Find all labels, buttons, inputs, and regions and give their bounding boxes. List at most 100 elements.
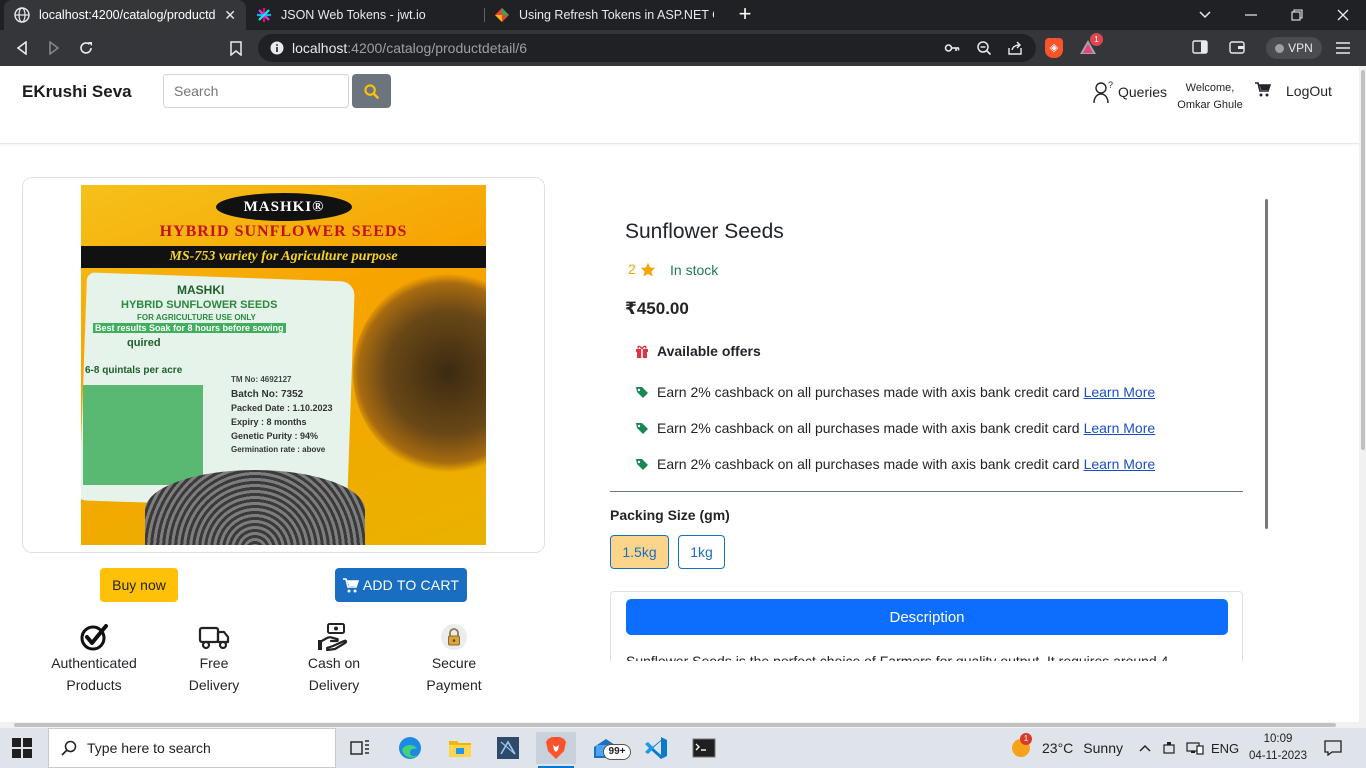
- logout-link[interactable]: LogOut: [1286, 83, 1332, 99]
- feature-secure-payment: Secure Payment: [394, 622, 514, 696]
- check-circle-icon: [34, 622, 154, 652]
- terminal-icon[interactable]: [684, 732, 724, 764]
- network-icon[interactable]: [1186, 728, 1204, 768]
- site-info-icon[interactable]: [270, 41, 284, 58]
- vpn-button[interactable]: VPN: [1266, 37, 1322, 59]
- vscode-icon[interactable]: [636, 732, 676, 764]
- sidebar-icon[interactable]: [1192, 40, 1208, 59]
- packet-batch-text: Batch No: 7352: [231, 389, 304, 400]
- windows-start-icon[interactable]: [12, 738, 32, 763]
- feature-line2: Delivery: [188, 677, 240, 693]
- description-card: Description Sunflower Seeds is the perfe…: [610, 591, 1243, 671]
- welcome-text: Welcome,: [1185, 82, 1235, 94]
- search-button[interactable]: [352, 74, 391, 108]
- close-tab-icon[interactable]: ✕: [224, 7, 236, 24]
- windows-taskbar: Type here to search 99+ 1 23°C Sunny ENG…: [0, 728, 1366, 768]
- offer-text: Earn 2% cashback on all purchases made w…: [657, 456, 1080, 472]
- add-to-cart-button[interactable]: ADD TO CART: [335, 568, 467, 602]
- taskbar-search[interactable]: Type here to search: [48, 728, 336, 768]
- language-indicator[interactable]: ENG: [1211, 728, 1239, 768]
- brave-taskbar-icon[interactable]: [536, 732, 576, 768]
- zoom-icon[interactable]: [976, 40, 992, 59]
- sunflower-image: [353, 273, 486, 473]
- image-title-text: HYBRID SUNFLOWER SEEDS: [159, 223, 408, 240]
- offers-heading-text: Available offers: [657, 343, 761, 359]
- globe-icon: [14, 7, 30, 23]
- packing-size-label: Packing Size (gm): [610, 507, 730, 523]
- show-hidden-icons[interactable]: [1139, 728, 1151, 768]
- product-rating: 2: [628, 261, 656, 277]
- brave-shields-icon[interactable]: ◈: [1045, 38, 1063, 58]
- edge-icon[interactable]: [390, 732, 430, 764]
- wallet-icon[interactable]: [1229, 40, 1245, 59]
- tab-refresh-tokens[interactable]: Using Refresh Tokens in ASP.NET Core: [484, 0, 724, 30]
- image-variety-text: MS-753 variety for Agriculture purpose: [81, 246, 486, 268]
- notifications-icon[interactable]: [1324, 728, 1342, 768]
- task-view-icon[interactable]: [340, 732, 380, 764]
- learn-more-link[interactable]: Learn More: [1084, 456, 1156, 472]
- offer-text: Earn 2% cashback on all purchases made w…: [657, 420, 1080, 436]
- tab-title: localhost:4200/catalog/productdetail/6: [39, 8, 216, 22]
- feature-line1: Cash on: [307, 655, 361, 671]
- key-icon[interactable]: [944, 40, 960, 59]
- tab-productdetail[interactable]: localhost:4200/catalog/productdetail/6 ✕: [4, 0, 246, 30]
- chevron-up-icon: [1139, 745, 1151, 752]
- tag-icon: [636, 422, 648, 434]
- weather-badge: 1: [1020, 733, 1032, 745]
- forward-button[interactable]: [42, 36, 66, 60]
- packet-tm-text: TM No: 4692127: [231, 375, 292, 384]
- buy-now-button[interactable]: Buy now: [100, 568, 178, 602]
- tab-title: Using Refresh Tokens in ASP.NET Core: [519, 8, 714, 22]
- packet-soak-text: Best results Soak for 8 hours before sow…: [93, 323, 286, 333]
- weather-widget[interactable]: 1 23°C Sunny: [1010, 728, 1123, 768]
- menu-icon[interactable]: [1336, 41, 1350, 59]
- bookmark-icon[interactable]: [224, 36, 248, 60]
- cart-icon[interactable]: [1255, 82, 1272, 102]
- address-bar[interactable]: localhost:4200/catalog/productdetail/6: [258, 34, 1036, 62]
- horizontal-scrollbar[interactable]: [14, 723, 1336, 727]
- new-tab-button[interactable]: +: [733, 3, 757, 27]
- image-brand-text: MASHKI®: [216, 193, 352, 221]
- user-name: Omkar Ghule: [1177, 99, 1243, 111]
- brand-logo[interactable]: EKrushi Seva: [22, 82, 132, 102]
- description-button[interactable]: Description: [626, 599, 1228, 635]
- star-icon: [640, 262, 655, 276]
- close-window-button[interactable]: [1320, 0, 1366, 30]
- brave-rewards-badge: 1: [1090, 33, 1103, 46]
- battery-icon[interactable]: [1163, 728, 1177, 768]
- tag-icon: [636, 458, 648, 470]
- taskbar-search-placeholder: Type here to search: [87, 740, 211, 756]
- user-question-icon: ?: [1093, 80, 1113, 104]
- welcome-user: Welcome, Omkar Ghule: [1176, 80, 1244, 114]
- offer-text: Earn 2% cashback on all purchases made w…: [657, 384, 1080, 400]
- tab-search-chevron-icon[interactable]: [1182, 0, 1228, 30]
- offer-item: Earn 2% cashback on all purchases made w…: [635, 456, 1155, 472]
- section-divider: [610, 491, 1243, 492]
- size-option-1-5kg[interactable]: 1.5kg: [610, 535, 669, 569]
- product-price: ₹450.00: [625, 299, 689, 318]
- weather-desc: Sunny: [1083, 740, 1123, 756]
- queries-link[interactable]: ? Queries: [1093, 80, 1167, 104]
- sun-icon: 1: [1010, 733, 1032, 759]
- minimize-button[interactable]: [1228, 0, 1274, 30]
- share-icon[interactable]: [1007, 40, 1023, 59]
- search-icon: [364, 83, 379, 99]
- size-option-1kg[interactable]: 1kg: [678, 535, 725, 569]
- restore-button[interactable]: [1274, 0, 1320, 30]
- learn-more-link[interactable]: Learn More: [1084, 384, 1156, 400]
- weather-temp: 23°C: [1042, 740, 1074, 756]
- rating-value: 2: [628, 261, 636, 277]
- page-scrollbar[interactable]: [1361, 70, 1365, 450]
- jwt-logo-icon: [256, 7, 272, 23]
- learn-more-link[interactable]: Learn More: [1084, 420, 1156, 436]
- content-clip: [600, 661, 1260, 721]
- back-button[interactable]: [10, 36, 34, 60]
- vs-code-like-icon[interactable]: [488, 732, 528, 764]
- file-explorer-icon[interactable]: [440, 732, 480, 764]
- taskbar-clock[interactable]: 10:09 04-11-2023: [1244, 731, 1312, 765]
- reload-button[interactable]: [74, 36, 98, 60]
- details-scrollbar[interactable]: [1265, 199, 1268, 529]
- search-input[interactable]: [163, 74, 349, 108]
- url-text: localhost:4200/catalog/productdetail/6: [292, 40, 528, 56]
- tab-jwt[interactable]: JSON Web Tokens - jwt.io: [246, 0, 482, 30]
